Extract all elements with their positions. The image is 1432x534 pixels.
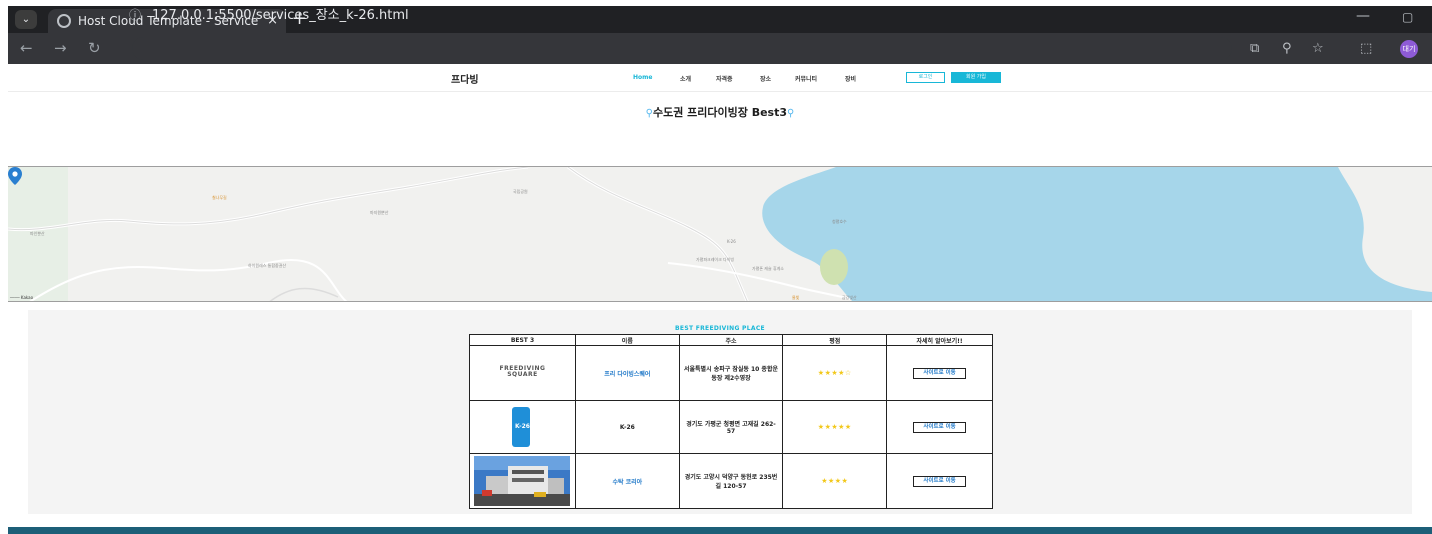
place-link-cell: 사이트로 이동 bbox=[886, 400, 993, 454]
page-title-text: 수도권 프리다이빙장 Best3 bbox=[652, 106, 788, 119]
map-label: 파인뿐산 bbox=[30, 231, 45, 236]
table-row: K-26 K-26 경기도 가평군 청평면 고재길 262-57 ★★★★★ 사… bbox=[469, 400, 993, 454]
place-image-cell bbox=[469, 453, 576, 509]
map-label: 금강빛산 bbox=[842, 295, 857, 300]
bookmark-star-icon[interactable]: ☆ bbox=[1312, 40, 1324, 57]
building-photo-image bbox=[474, 456, 571, 506]
minimize-window-icon[interactable]: — bbox=[1356, 8, 1370, 24]
address-bar[interactable] bbox=[132, 37, 1232, 60]
building-photo bbox=[474, 456, 571, 506]
map-label: 물빛 bbox=[792, 295, 800, 300]
table-header-row: BEST 3 이름 주소 평점 자세히 알아보기!! bbox=[469, 334, 993, 346]
site-footer bbox=[8, 527, 1432, 534]
place-image-cell: K-26 bbox=[469, 400, 576, 454]
map-pin-icon: ⚲ bbox=[787, 108, 795, 119]
place-address: 경기도 가평군 청평면 고재길 262-57 bbox=[678, 400, 784, 454]
place-address: 서울특별시 송파구 잠실동 10 종합운동장 제2수영장 bbox=[678, 345, 784, 401]
place-name: 수탁 코리아 bbox=[574, 453, 680, 509]
browser-toolbar: ← → ↻ bbox=[8, 33, 1432, 64]
extensions-icon[interactable]: ⬚ bbox=[1360, 40, 1372, 57]
profile-avatar[interactable]: 대기 bbox=[1400, 40, 1418, 58]
place-image-cell: FREEDIVING SQUARE bbox=[469, 345, 576, 401]
zoom-icon[interactable]: ⚲ bbox=[1282, 40, 1292, 57]
column-header: 자세히 알아보기!! bbox=[886, 334, 993, 346]
k26-logo-text: K-26 bbox=[515, 423, 530, 430]
place-rating: ★★★★★ bbox=[782, 400, 888, 454]
go-to-site-button[interactable]: 사이트로 이동 bbox=[913, 367, 967, 379]
map-label: 가평파크레이크 다이빙 bbox=[696, 257, 735, 262]
nav-places[interactable]: 장소 bbox=[760, 74, 771, 83]
site-logo[interactable]: 프다빙 bbox=[451, 71, 479, 86]
column-header: 이름 bbox=[574, 334, 680, 346]
place-rating: ★★★★ bbox=[782, 453, 888, 509]
freediving-square-logo-text: FREEDIVING SQUARE bbox=[499, 365, 546, 378]
place-rating: ★★★★☆ bbox=[782, 345, 888, 401]
go-to-site-button[interactable]: 사이트로 이동 bbox=[913, 421, 967, 433]
go-to-site-button[interactable]: 사이트로 이동 bbox=[913, 475, 967, 487]
table-row: FREEDIVING SQUARE 프리 다이빙스퀘어 서울특별시 송파구 잠실… bbox=[469, 345, 993, 401]
web-page: 프다빙 Home 소개 자격증 장소 커뮤니티 장비 로그인 회원 가입 ⚲수도… bbox=[8, 64, 1432, 534]
reload-icon[interactable]: ↻ bbox=[88, 38, 101, 58]
globe-favicon-icon bbox=[57, 14, 71, 28]
map-label: 가평폰 캐슬 휴게소 bbox=[752, 266, 784, 271]
tab-search-chevron-icon[interactable]: ⌄ bbox=[15, 10, 37, 29]
place-name: 프리 다이빙스퀘어 bbox=[574, 345, 680, 401]
map-label: 청평호수 bbox=[832, 219, 847, 224]
map-label: 국립공원 bbox=[513, 189, 528, 194]
freediving-square-logo: FREEDIVING SQUARE bbox=[474, 348, 571, 398]
places-title: BEST FREEDIVING PLACE bbox=[675, 325, 765, 332]
place-link-cell: 사이트로 이동 bbox=[886, 453, 993, 509]
page-title: ⚲수도권 프리다이빙장 Best3⚲ bbox=[8, 104, 1432, 120]
map-tiles bbox=[8, 167, 1432, 301]
map-label: 칠나무길 bbox=[212, 195, 227, 200]
translate-icon[interactable]: ⧉ bbox=[1250, 40, 1259, 57]
nav-community[interactable]: 커뮤니티 bbox=[795, 74, 817, 83]
places-table: BEST 3 이름 주소 평점 자세히 알아보기!! FREEDIVING SQ… bbox=[469, 334, 993, 509]
column-header: 평점 bbox=[782, 334, 888, 346]
restore-window-icon[interactable]: ▢ bbox=[1402, 10, 1413, 24]
map-marker-icon[interactable] bbox=[8, 167, 22, 185]
signup-button[interactable]: 회원 가입 bbox=[951, 72, 1001, 83]
map-label: 하이원레스 통합중권산 bbox=[248, 263, 287, 268]
column-header: 주소 bbox=[678, 334, 784, 346]
map-attribution: Kakao bbox=[20, 295, 34, 300]
map-pin-icon: ⚲ bbox=[645, 108, 653, 119]
login-button[interactable]: 로그인 bbox=[906, 72, 945, 83]
places-panel: BEST FREEDIVING PLACE BEST 3 이름 주소 평점 자세… bbox=[28, 310, 1412, 514]
map-label: 마지원뿐산 bbox=[370, 210, 389, 215]
site-info-icon[interactable]: ⓘ bbox=[126, 6, 144, 24]
place-name: K-26 bbox=[574, 400, 680, 454]
k26-logo: K-26 bbox=[498, 403, 547, 451]
column-header: BEST 3 bbox=[469, 334, 576, 346]
map-scale-attribution: ──── Kakao bbox=[10, 295, 34, 300]
kakao-map[interactable]: 칠나무길 마지원뿐산 국립공원 파인뿐산 하이원레스 통합중권산 K-26 가평… bbox=[8, 166, 1432, 302]
nav-equipment[interactable]: 장비 bbox=[845, 74, 856, 83]
back-arrow-icon[interactable]: ← bbox=[20, 38, 33, 58]
nav-about[interactable]: 소개 bbox=[680, 74, 691, 83]
nav-certification[interactable]: 자격증 bbox=[716, 74, 733, 83]
forward-arrow-icon[interactable]: → bbox=[54, 38, 67, 58]
map-label: K-26 bbox=[727, 239, 736, 244]
table-row: 수탁 코리아 경기도 고양시 덕양구 동헌로 235번길 120-57 ★★★★… bbox=[469, 453, 993, 509]
nav-home[interactable]: Home bbox=[633, 74, 652, 81]
url-text[interactable]: 127.0.0.1:5500/services_장소_k-26.html bbox=[152, 6, 409, 25]
site-header: 프다빙 Home 소개 자격증 장소 커뮤니티 장비 로그인 회원 가입 bbox=[8, 64, 1432, 92]
place-link-cell: 사이트로 이동 bbox=[886, 345, 993, 401]
place-address: 경기도 고양시 덕양구 동헌로 235번길 120-57 bbox=[678, 453, 784, 509]
